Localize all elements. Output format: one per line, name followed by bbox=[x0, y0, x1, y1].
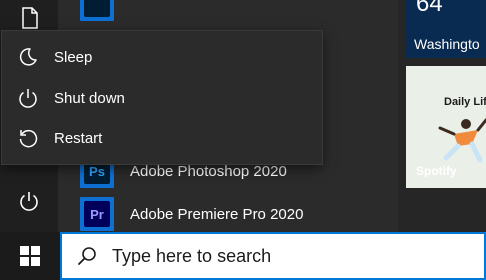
shutdown-button[interactable]: Shut down bbox=[2, 78, 322, 118]
live-tiles: 64 Washingto Daily Lif Spotify bbox=[398, 0, 486, 232]
app-label: Adobe Premiere Pro 2020 bbox=[130, 205, 304, 223]
weather-city: Washingto bbox=[414, 36, 480, 52]
documents-icon[interactable] bbox=[20, 6, 40, 30]
spotify-headline: Daily Lif bbox=[444, 96, 486, 108]
app-label: Adobe Photoshop 2020 bbox=[130, 162, 287, 180]
weather-temperature: 64 bbox=[416, 0, 443, 17]
search-icon bbox=[78, 247, 96, 265]
app-row-premiere[interactable]: Pr Adobe Premiere Pro 2020 bbox=[80, 196, 303, 232]
search-input[interactable]: Type here to search bbox=[112, 246, 271, 267]
app-row-partial[interactable] bbox=[80, 0, 114, 22]
app-tile bbox=[80, 0, 114, 21]
search-box[interactable]: Type here to search bbox=[60, 232, 486, 280]
spotify-tile[interactable]: Daily Lif Spotify bbox=[406, 66, 486, 188]
weather-tile[interactable]: 64 Washingto bbox=[406, 0, 486, 58]
power-button[interactable] bbox=[0, 172, 58, 230]
start-button[interactable] bbox=[0, 232, 60, 280]
restart-button[interactable]: Restart bbox=[2, 118, 322, 158]
power-menu: Sleep Shut down Restart bbox=[2, 31, 322, 164]
premiere-icon: Pr bbox=[80, 197, 114, 231]
windows-logo-icon bbox=[20, 246, 40, 266]
sleep-button[interactable]: Sleep bbox=[2, 37, 322, 77]
spotify-label: Spotify bbox=[416, 164, 457, 178]
power-icon bbox=[17, 87, 39, 109]
taskbar: Type here to search bbox=[0, 232, 486, 280]
power-icon bbox=[20, 192, 38, 211]
restart-icon bbox=[17, 127, 39, 149]
moon-icon bbox=[17, 46, 39, 68]
